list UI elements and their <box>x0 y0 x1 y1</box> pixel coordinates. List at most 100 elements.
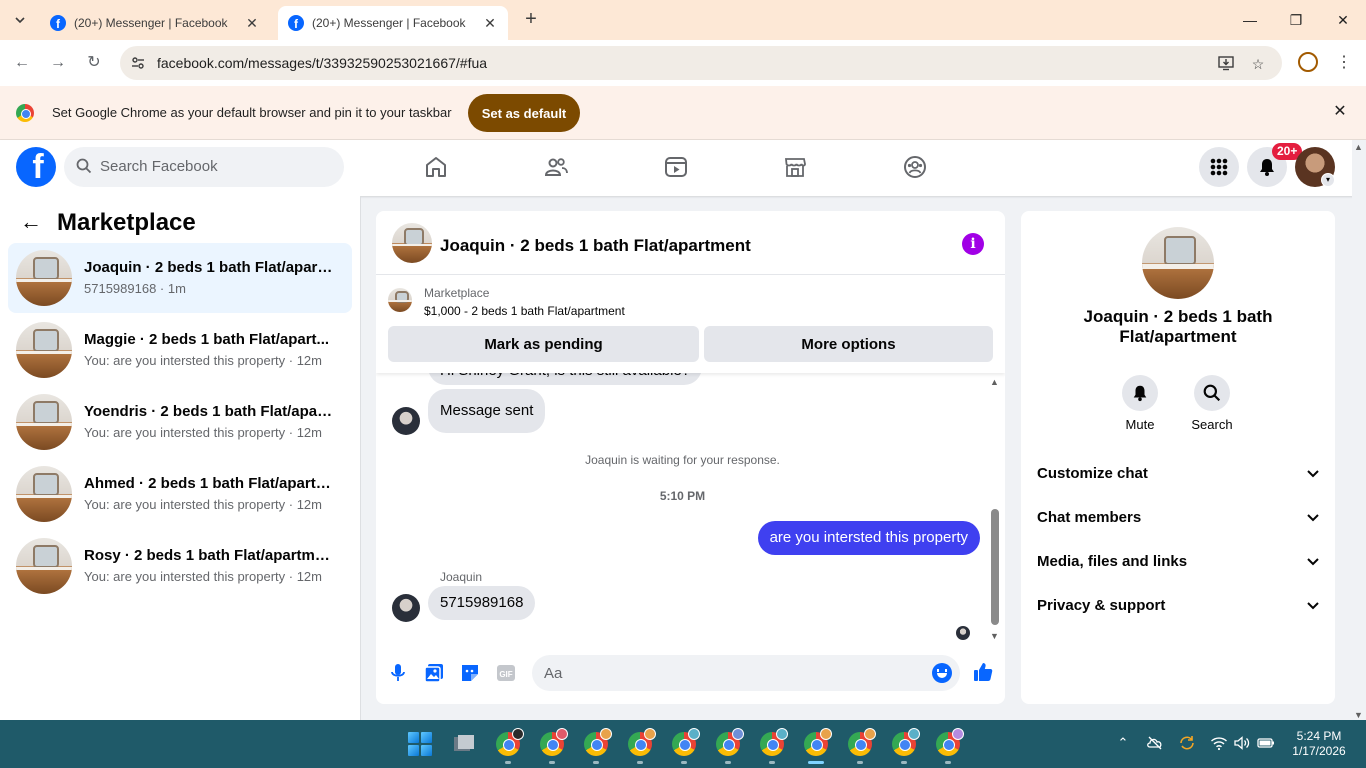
message-input[interactable]: Aa <box>532 655 960 691</box>
chrome-taskbar-icon[interactable] <box>584 728 612 756</box>
bookmark-star-icon[interactable]: ☆ <box>1248 54 1268 74</box>
mark-as-pending-button[interactable]: Mark as pending <box>388 326 699 362</box>
scroll-down-icon[interactable]: ▼ <box>990 631 999 641</box>
sticker-icon[interactable] <box>459 662 481 684</box>
chrome-taskbar-icon[interactable] <box>540 728 568 756</box>
chrome-taskbar-icon[interactable] <box>496 728 524 756</box>
more-options-button[interactable]: More options <box>704 326 993 362</box>
listing-thumbnail[interactable] <box>392 223 432 263</box>
set-as-default-button[interactable]: Set as default <box>468 94 580 132</box>
scroll-up-icon[interactable]: ▲ <box>990 377 999 387</box>
chrome-taskbar-icon[interactable] <box>672 728 700 756</box>
back-icon[interactable]: ← <box>10 51 34 75</box>
listing-thumbnail <box>16 250 72 306</box>
scrollbar-thumb[interactable] <box>991 509 999 625</box>
gif-icon[interactable]: GIF <box>495 662 517 684</box>
chat-title[interactable]: Joaquin · 2 beds 1 bath Flat/apartment <box>440 236 751 256</box>
conversation-info-panel: Joaquin · 2 beds 1 bath Flat/apartment M… <box>1021 211 1335 704</box>
sender-name: Joaquin <box>440 570 483 584</box>
file-explorer-icon[interactable] <box>452 732 476 756</box>
section-label: Privacy & support <box>1037 597 1166 614</box>
browser-tab-active[interactable]: f (20+) Messenger | Facebook ✕ <box>278 6 508 40</box>
site-info-icon[interactable] <box>130 55 146 71</box>
windows-start-icon[interactable] <box>408 732 432 756</box>
marketplace-icon[interactable] <box>783 154 807 180</box>
reload-icon[interactable]: ↻ <box>82 51 106 75</box>
chrome-taskbar-icon[interactable] <box>760 728 788 756</box>
facebook-logo-icon[interactable]: f <box>16 147 56 187</box>
mute-button[interactable]: Mute <box>1110 375 1170 432</box>
section-label: Customize chat <box>1037 465 1148 482</box>
home-icon[interactable] <box>424 154 448 180</box>
chrome-taskbar-icon[interactable] <box>848 728 876 756</box>
emoji-icon[interactable] <box>932 663 952 683</box>
conversation-item[interactable]: Yoendris · 2 beds 1 bath Flat/apart... Y… <box>8 387 352 457</box>
close-window-icon[interactable]: ✕ <box>1331 8 1355 32</box>
thumbs-up-icon[interactable] <box>972 661 994 683</box>
friends-icon[interactable] <box>544 154 568 180</box>
url-text: facebook.com/messages/t/3393259025302166… <box>157 55 488 71</box>
install-app-icon[interactable] <box>1216 54 1236 74</box>
chrome-menu-icon[interactable]: ⋮ <box>1334 52 1354 74</box>
wifi-icon[interactable] <box>1210 734 1228 752</box>
page-scrollbar[interactable]: ▲ ▼ <box>1352 140 1366 720</box>
scroll-up-icon[interactable]: ▲ <box>1354 142 1363 152</box>
message-thread[interactable]: Hi Shirley Grant, is this still availabl… <box>376 373 1005 643</box>
conversation-list-panel: ← Marketplace Joaquin · 2 beds 1 bath Fl… <box>0 196 361 720</box>
back-arrow-icon[interactable]: ← <box>20 210 44 234</box>
chrome-taskbar-icon[interactable] <box>628 728 656 756</box>
facebook-search-input[interactable]: Search Facebook <box>64 147 344 187</box>
forward-icon[interactable]: → <box>46 51 70 75</box>
maximize-window-icon[interactable]: ❐ <box>1284 8 1308 32</box>
minimize-window-icon[interactable]: — <box>1238 8 1262 32</box>
menu-grid-button[interactable] <box>1199 147 1239 187</box>
infobar-close-icon[interactable]: ✕ <box>1331 103 1349 121</box>
tab-search-chevron-icon[interactable] <box>8 8 32 32</box>
volume-icon[interactable] <box>1233 734 1251 752</box>
listing-thumbnail <box>16 394 72 450</box>
privacy-support-section[interactable]: Privacy & support <box>1037 593 1321 617</box>
photo-icon[interactable] <box>423 662 445 684</box>
conversation-item[interactable]: Maggie · 2 beds 1 bath Flat/apart... You… <box>8 315 352 385</box>
chrome-profile-icon[interactable] <box>1298 52 1318 72</box>
mute-label: Mute <box>1125 417 1155 432</box>
listing-price-title[interactable]: $1,000 - 2 beds 1 bath Flat/apartment <box>424 304 625 318</box>
new-tab-button[interactable]: + <box>520 9 542 31</box>
sync-icon[interactable] <box>1178 734 1196 752</box>
show-hidden-icons-icon[interactable]: ⌃ <box>1114 734 1132 752</box>
chrome-taskbar-icon[interactable] <box>892 728 920 756</box>
customize-chat-section[interactable]: Customize chat <box>1037 461 1321 485</box>
media-files-links-section[interactable]: Media, files and links <box>1037 549 1321 573</box>
address-bar[interactable]: facebook.com/messages/t/3393259025302166… <box>120 46 1282 80</box>
bell-icon <box>1260 159 1274 176</box>
battery-icon[interactable] <box>1257 734 1275 752</box>
chrome-taskbar-icon[interactable] <box>936 728 964 756</box>
thread-scrollbar[interactable]: ▲ ▼ <box>988 373 1002 643</box>
chat-members-section[interactable]: Chat members <box>1037 505 1321 529</box>
browser-tab[interactable]: f (20+) Messenger | Facebook ✕ <box>40 6 270 40</box>
system-clock[interactable]: 5:24 PM 1/17/2026 <box>1284 729 1354 759</box>
conversation-item[interactable]: Ahmed · 2 beds 1 bath Flat/apartm... You… <box>8 459 352 529</box>
conversation-item[interactable]: Rosy · 2 beds 1 bath Flat/apartment You:… <box>8 531 352 601</box>
tab-close-icon[interactable]: ✕ <box>244 15 260 31</box>
chrome-taskbar-icon[interactable] <box>716 728 744 756</box>
tab-close-icon[interactable]: ✕ <box>482 15 498 31</box>
chevron-down-icon[interactable]: ▾ <box>1321 173 1335 187</box>
facebook-favicon-icon: f <box>288 15 304 31</box>
groups-icon[interactable] <box>903 154 927 180</box>
onedrive-offline-icon[interactable] <box>1146 734 1164 752</box>
browser-toolbar: ← → ↻ facebook.com/messages/t/3393259025… <box>0 40 1366 86</box>
conversation-title: Rosy · 2 beds 1 bath Flat/apartment <box>84 547 334 564</box>
info-icon[interactable]: i <box>962 233 984 255</box>
search-in-conversation-button[interactable]: Search <box>1182 375 1242 432</box>
contact-avatar[interactable] <box>392 407 420 435</box>
contact-avatar[interactable] <box>392 594 420 622</box>
video-icon[interactable] <box>664 154 688 180</box>
message-bubble-incoming: Message sent <box>428 389 546 433</box>
chrome-taskbar-icon[interactable] <box>804 728 832 756</box>
microphone-icon[interactable] <box>387 662 409 684</box>
conversation-item[interactable]: Joaquin · 2 beds 1 bath Flat/apart... 57… <box>8 243 352 313</box>
grid-icon <box>1210 158 1228 176</box>
search-placeholder: Search Facebook <box>100 158 218 175</box>
scroll-down-icon[interactable]: ▼ <box>1354 710 1363 720</box>
